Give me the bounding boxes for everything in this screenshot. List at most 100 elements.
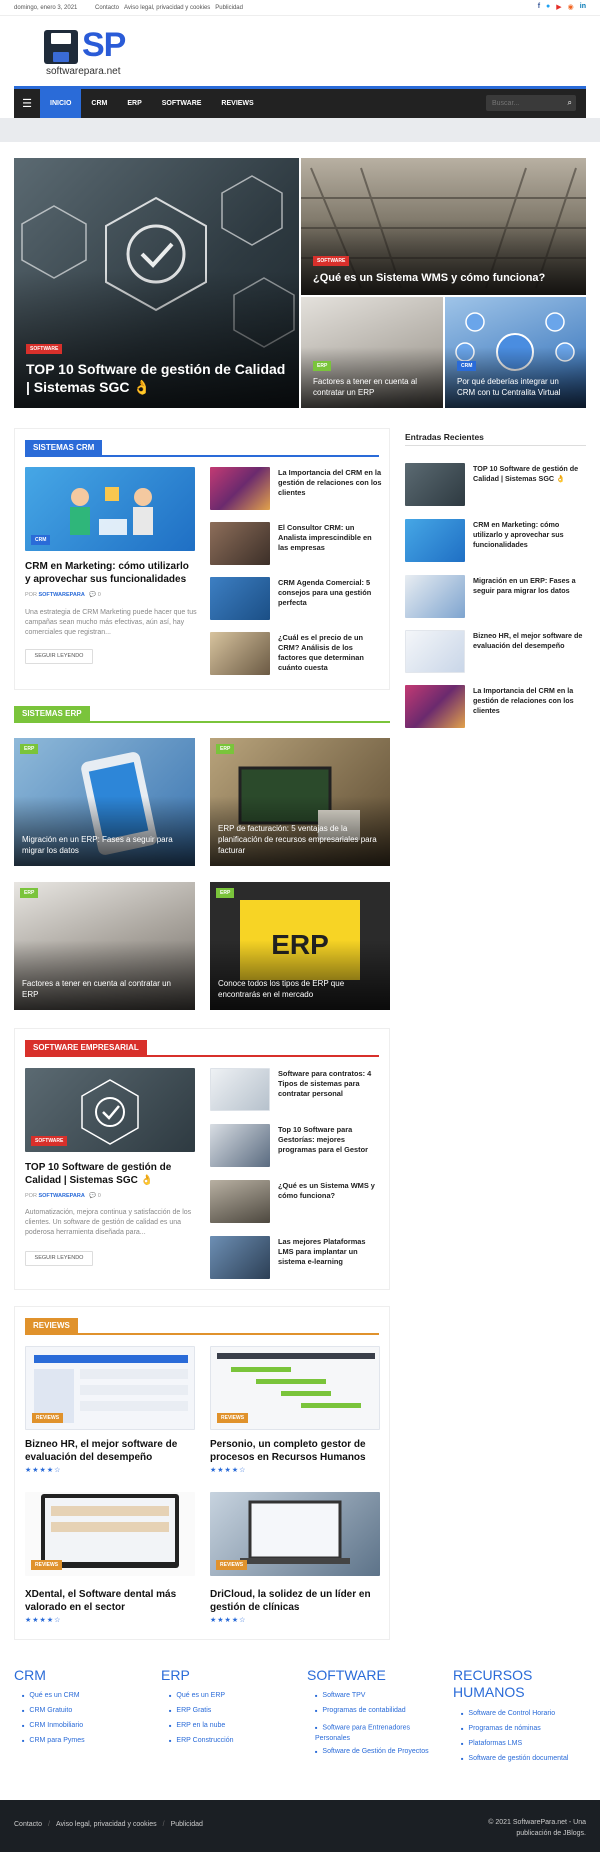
- search-icon[interactable]: ⌕: [568, 98, 572, 108]
- sidebar-thumb-5[interactable]: [405, 685, 465, 728]
- hero-bottom-right-post[interactable]: CRM Por qué deberías integrar un CRM con…: [445, 297, 586, 408]
- software-list-title-1[interactable]: Software para contratos: 4 Tipos de sist…: [278, 1069, 383, 1099]
- crm-list-thumb-1[interactable]: [210, 467, 270, 510]
- software-list-thumb-4[interactable]: [210, 1236, 270, 1279]
- twitter-icon[interactable]: ●: [546, 3, 550, 11]
- crm-list-thumb-3[interactable]: [210, 577, 270, 620]
- nav-item-crm[interactable]: CRM: [81, 89, 117, 118]
- sidebar-post-1[interactable]: TOP 10 Software de gestión de Calidad | …: [473, 464, 585, 484]
- software-featured-author[interactable]: SOFTWAREPARA: [38, 1193, 84, 1199]
- footer-link[interactable]: Software de gestión documental: [461, 1755, 568, 1762]
- footer-link[interactable]: CRM Inmobiliario: [22, 1722, 83, 1729]
- erp-tile-1-title[interactable]: Migración en un ERP: Fases a seguir para…: [22, 834, 185, 856]
- footer-col-erp-title[interactable]: ERP: [161, 1667, 281, 1684]
- review-3-title[interactable]: XDental, el Software dental más valorado…: [25, 1588, 195, 1614]
- software-list-thumb-2[interactable]: [210, 1124, 270, 1167]
- footer-link[interactable]: Software para Entrenadores Personales: [315, 1722, 433, 1744]
- footer-link[interactable]: Programas de contabilidad: [315, 1707, 405, 1714]
- hero-top-right-post[interactable]: SOFTWARE ¿Qué es un Sistema WMS y cómo f…: [301, 158, 586, 295]
- erp-tile-3-title[interactable]: Factores a tener en cuenta al contratar …: [22, 978, 185, 1000]
- footer-link[interactable]: ERP en la nube: [169, 1722, 225, 1729]
- footer-link[interactable]: Plataformas LMS: [461, 1740, 522, 1747]
- software-featured-comments[interactable]: 0: [98, 1193, 101, 1199]
- crm-list-title-4[interactable]: ¿Cuál es el precio de un CRM? Análisis d…: [278, 633, 383, 673]
- erp-tile-4-badge[interactable]: ERP: [216, 888, 235, 898]
- review-2-title[interactable]: Personio, un completo gestor de procesos…: [210, 1438, 380, 1464]
- hero-top-right-title[interactable]: ¿Qué es un Sistema WMS y cómo funciona?: [313, 271, 576, 285]
- crm-list-title-2[interactable]: El Consultor CRM: un Analista imprescind…: [278, 523, 383, 553]
- hero-bottom-right-title[interactable]: Por qué deberías integrar un CRM con tu …: [457, 376, 576, 398]
- erp-tile-4[interactable]: ERP ERP Conoce todos los tipos de ERP qu…: [210, 882, 390, 1010]
- software-section-title[interactable]: SOFTWARE EMPRESARIAL: [25, 1040, 147, 1056]
- hero-top-right-badge[interactable]: SOFTWARE: [313, 256, 350, 266]
- software-featured-badge[interactable]: SOFTWARE: [31, 1136, 68, 1146]
- review-thumb-3[interactable]: REVIEWS: [25, 1492, 195, 1576]
- footer-link[interactable]: Qué es un CRM: [22, 1692, 79, 1699]
- rss-icon[interactable]: ◉: [568, 3, 574, 11]
- footer-col-software-title[interactable]: SOFTWARE: [307, 1667, 437, 1684]
- sidebar-post-3[interactable]: Migración en un ERP: Fases a seguir para…: [473, 576, 585, 596]
- hero-bottom-left-badge[interactable]: ERP: [313, 361, 332, 371]
- hamburger-menu-icon[interactable]: ☰: [14, 89, 40, 118]
- footer-link[interactable]: ERP Construcción: [169, 1737, 233, 1744]
- footer-link[interactable]: Software de Gestión de Proyectos: [315, 1748, 428, 1755]
- software-list-title-2[interactable]: Top 10 Software para Gestorías: mejores …: [278, 1125, 383, 1155]
- footer-link[interactable]: Qué es un ERP: [169, 1692, 225, 1699]
- search-input[interactable]: [486, 95, 558, 111]
- footer-link-aviso-legal[interactable]: Aviso legal, privacidad y cookies: [56, 1821, 157, 1828]
- top-link-aviso-legal[interactable]: Aviso legal, privacidad y cookies: [124, 5, 210, 11]
- sidebar-thumb-4[interactable]: [405, 630, 465, 673]
- crm-section-title[interactable]: SISTEMAS CRM: [25, 440, 103, 456]
- hero-main-post[interactable]: SOFTWARE TOP 10 Software de gestión de C…: [14, 158, 299, 408]
- linkedin-icon[interactable]: in: [580, 3, 586, 11]
- crm-list-title-3[interactable]: CRM Agenda Comercial: 5 consejos para un…: [278, 578, 383, 608]
- erp-tile-3[interactable]: ERP Factores a tener en cuenta al contra…: [14, 882, 195, 1010]
- footer-link-publicidad[interactable]: Publicidad: [171, 1821, 203, 1828]
- facebook-icon[interactable]: f: [538, 3, 540, 11]
- software-read-more-button[interactable]: SEGUIR LEYENDO: [25, 1251, 93, 1266]
- nav-item-inicio[interactable]: INICIO: [40, 89, 82, 118]
- footer-link[interactable]: Programas de nóminas: [461, 1725, 540, 1732]
- software-featured-image[interactable]: SOFTWARE: [25, 1068, 195, 1152]
- crm-list-title-1[interactable]: La Importancia del CRM en la gestión de …: [278, 468, 383, 498]
- sidebar-post-5[interactable]: La Importancia del CRM en la gestión de …: [473, 686, 585, 716]
- review-thumb-2[interactable]: REVIEWS: [210, 1346, 380, 1430]
- review-3-badge[interactable]: REVIEWS: [31, 1560, 63, 1570]
- software-featured-title[interactable]: TOP 10 Software de gestión de Calidad | …: [25, 1161, 195, 1187]
- hero-bottom-right-badge[interactable]: CRM: [457, 361, 477, 371]
- erp-tile-2-badge[interactable]: ERP: [216, 744, 235, 754]
- crm-list-thumb-2[interactable]: [210, 522, 270, 565]
- crm-list-thumb-4[interactable]: [210, 632, 270, 675]
- sidebar-thumb-2[interactable]: [405, 519, 465, 562]
- review-4-title[interactable]: DriCloud, la solidez de un líder en gest…: [210, 1588, 380, 1614]
- crm-featured-comments[interactable]: 0: [98, 592, 101, 598]
- review-thumb-4[interactable]: REVIEWS: [210, 1492, 380, 1576]
- crm-featured-title[interactable]: CRM en Marketing: cómo utilizarlo y apro…: [25, 560, 195, 586]
- erp-tile-2-title[interactable]: ERP de facturación: 5 ventajas de la pla…: [218, 823, 380, 856]
- review-1-title[interactable]: Bizneo HR, el mejor software de evaluaci…: [25, 1438, 195, 1464]
- footer-link[interactable]: ERP Gratis: [169, 1707, 211, 1714]
- software-list-title-4[interactable]: Las mejores Plataformas LMS para implant…: [278, 1237, 383, 1267]
- erp-tile-4-title[interactable]: Conoce todos los tipos de ERP que encont…: [218, 978, 380, 1000]
- review-2-badge[interactable]: REVIEWS: [217, 1413, 249, 1423]
- hero-main-title[interactable]: TOP 10 Software de gestión de Calidad | …: [26, 360, 289, 396]
- crm-featured-image[interactable]: CRM: [25, 467, 195, 551]
- footer-link[interactable]: Software TPV: [315, 1692, 365, 1699]
- nav-item-erp[interactable]: ERP: [117, 89, 151, 118]
- footer-link[interactable]: CRM Gratuito: [22, 1707, 72, 1714]
- erp-tile-1-badge[interactable]: ERP: [20, 744, 39, 754]
- footer-link-contacto[interactable]: Contacto: [14, 1821, 42, 1828]
- software-list-title-3[interactable]: ¿Qué es un Sistema WMS y cómo funciona?: [278, 1181, 383, 1201]
- erp-tile-1[interactable]: ERP Migración en un ERP: Fases a seguir …: [14, 738, 195, 866]
- software-list-thumb-1[interactable]: [210, 1068, 270, 1111]
- youtube-icon[interactable]: ▶: [556, 3, 561, 11]
- erp-section-title[interactable]: SISTEMAS ERP: [14, 706, 90, 722]
- nav-item-software[interactable]: SOFTWARE: [152, 89, 212, 118]
- crm-featured-badge[interactable]: CRM: [31, 535, 51, 545]
- sidebar-thumb-3[interactable]: [405, 575, 465, 618]
- footer-link[interactable]: Software de Control Horario: [461, 1710, 555, 1717]
- footer-link[interactable]: CRM para Pymes: [22, 1737, 84, 1744]
- review-1-badge[interactable]: REVIEWS: [32, 1413, 64, 1423]
- review-4-badge[interactable]: REVIEWS: [216, 1560, 248, 1570]
- site-logo[interactable]: SP softwarepara.net: [44, 26, 134, 80]
